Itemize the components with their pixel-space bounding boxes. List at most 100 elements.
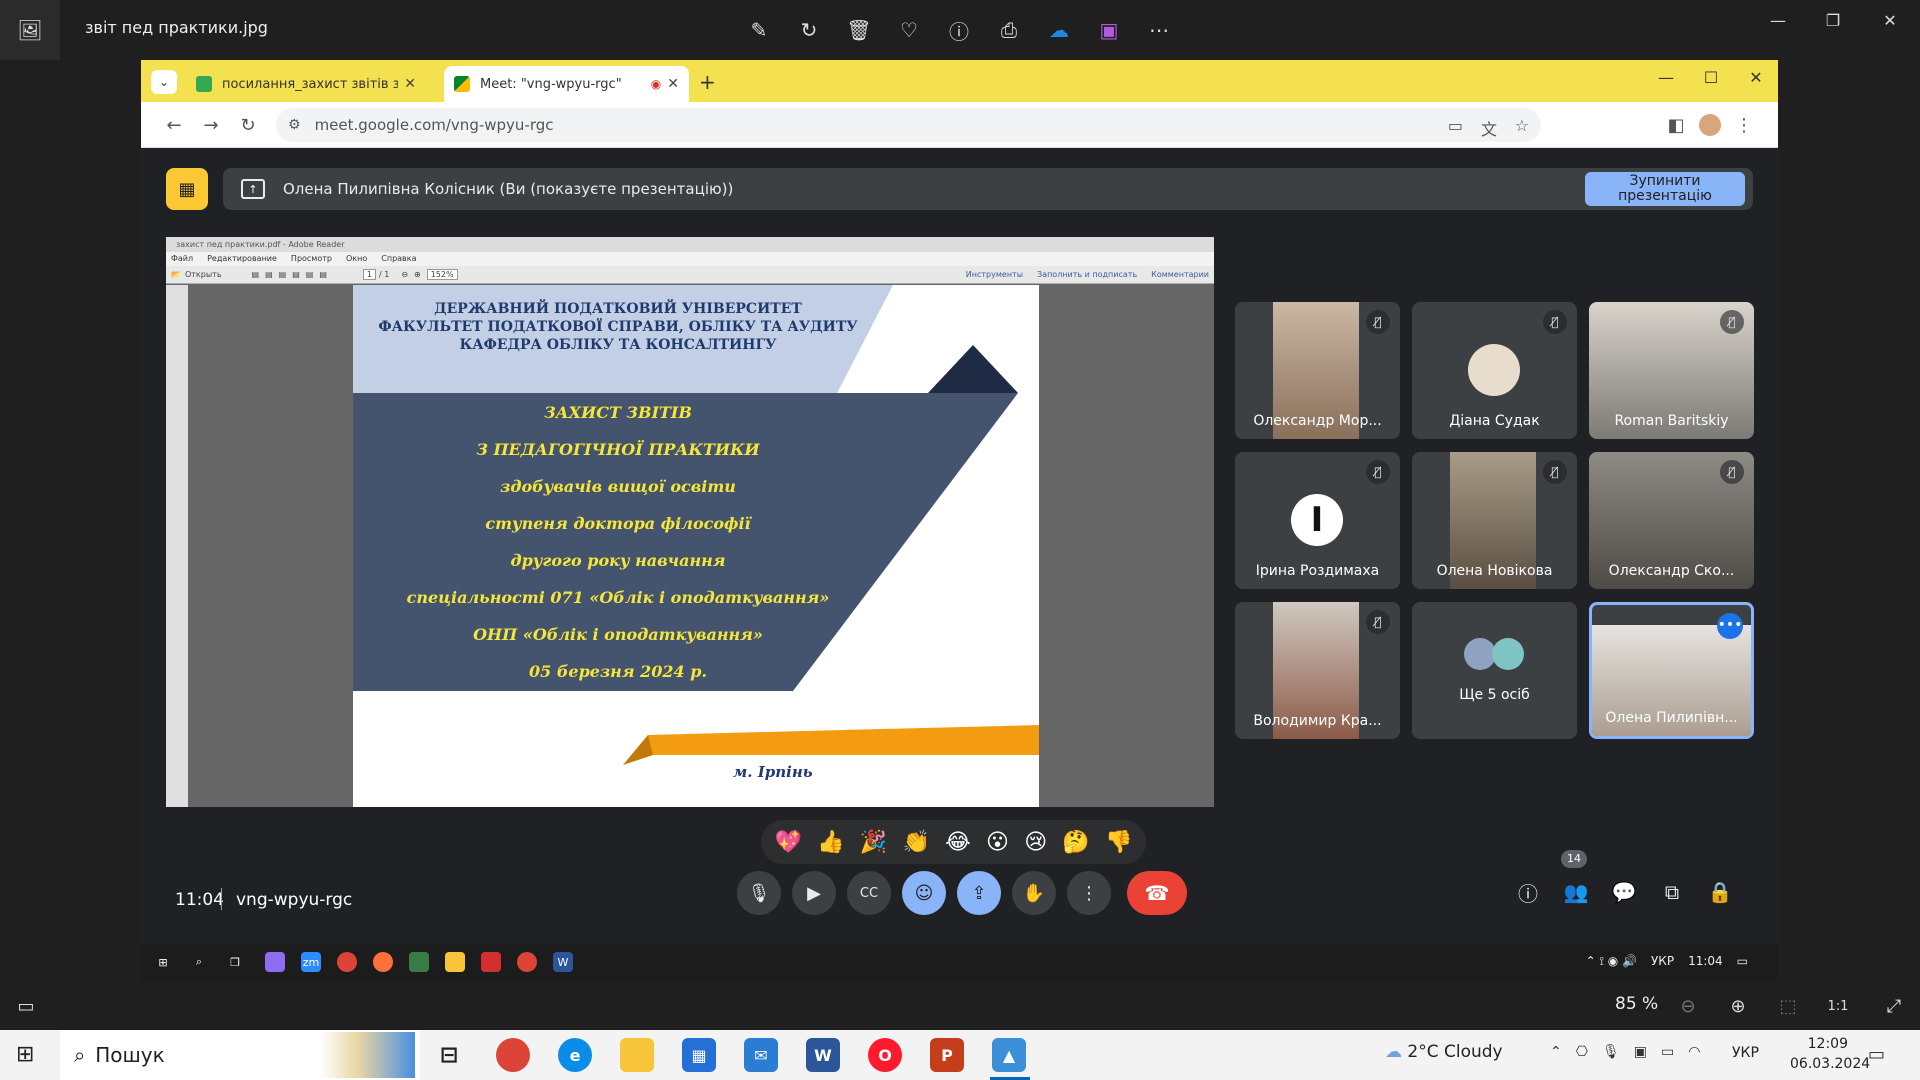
restore-icon[interactable]: ❐ [1813,8,1853,32]
participant-tile[interactable]: 🎙̸ Олена Новікова [1412,452,1577,589]
open-icon[interactable]: 📂 [171,270,181,279]
reader-menu-item[interactable]: Просмотр [291,252,332,266]
close-tab-icon[interactable]: ✕ [404,76,416,92]
display-icon[interactable]: ▣ [1634,1044,1647,1060]
app-icon[interactable] [265,952,285,972]
comments-link[interactable]: Комментарии [1151,270,1209,279]
chrome-close-icon[interactable]: ✕ [1741,68,1771,87]
info-icon[interactable]: ⓘ [945,16,973,44]
participant-tile[interactable]: 🎙̸ Олександр Мор... [1235,302,1400,439]
site-settings-icon[interactable]: ⚙ [288,117,301,133]
file-explorer-icon[interactable] [620,1038,654,1072]
participant-tile[interactable]: 🎙̸ Олександр Ско... [1589,452,1754,589]
fill-sign-link[interactable]: Заполнить и подписать [1037,270,1137,279]
reader-menu-item[interactable]: Редактирование [207,252,277,266]
app-icon[interactable] [409,952,429,972]
close-window-icon[interactable]: ✕ [1870,8,1910,32]
word-icon[interactable]: W [553,952,573,972]
start-icon[interactable]: ⊞ [153,952,173,972]
notification-center-icon[interactable]: ▭ [1868,1044,1885,1065]
microphone-button[interactable]: 🎙 [737,871,781,915]
page-number-field[interactable]: 1 [362,269,376,280]
task-view-icon[interactable]: ⊟ [432,1038,466,1072]
acrobat-icon[interactable] [481,952,501,972]
chrome-taskbar-icon[interactable] [496,1038,530,1072]
onedrive-icon[interactable]: ☁ [1045,16,1073,44]
firefox-icon[interactable] [373,952,393,972]
participant-tile[interactable]: 🎙̸ Roman Baritskiy [1589,302,1754,439]
omnibox[interactable]: ⚙ meet.google.com/vng-wpyu-rgc ▭ 文 ☆ [276,108,1541,142]
present-button[interactable]: ⇪ [957,871,1001,915]
profile-avatar[interactable] [1699,114,1721,136]
tab-search-icon[interactable]: ⌄ [151,70,177,94]
zoom-out-icon[interactable]: ⊖ [1674,992,1702,1020]
powerpoint-icon[interactable]: P [930,1038,964,1072]
zoom-field[interactable]: 152% [426,269,458,280]
reaction-sad[interactable]: 😢 [1024,830,1047,855]
store-icon[interactable]: ▦ [682,1038,716,1072]
self-tile[interactable]: ••• Олена Пилипівн... [1589,602,1754,739]
stop-presenting-button[interactable]: Зупинити презентацію [1585,172,1745,206]
close-tab-icon[interactable]: ✕ [667,76,679,92]
actual-size-icon[interactable]: 1:1 [1824,992,1852,1020]
bookmark-star-icon[interactable]: ☆ [1515,116,1529,135]
captions-button[interactable]: CC [847,871,891,915]
minimize-icon[interactable]: — [1758,8,1798,32]
weather-widget[interactable]: ☁ 2°C Cloudy [1385,1042,1503,1062]
reader-menu-item[interactable]: Окно [346,252,367,266]
fullscreen-icon[interactable]: ⤢ [1880,992,1908,1020]
tools-link[interactable]: Инструменты [966,270,1023,279]
fit-window-icon[interactable]: ⬚ [1774,992,1802,1020]
more-options-button[interactable]: ⋮ [1067,871,1111,915]
reaction-thumbs-up[interactable]: 👍 [817,830,844,855]
camera-button[interactable]: ▶ [792,871,836,915]
raise-hand-button[interactable]: ✋ [1012,871,1056,915]
meeting-details-icon[interactable]: ⓘ [1512,876,1544,908]
tray-app-icon[interactable]: ⎔ [1576,1044,1588,1060]
presentation-indicator-icon[interactable]: ▦ [166,168,208,210]
participant-tile[interactable]: 🎙̸ Володимир Кра... [1235,602,1400,739]
clipchamp-icon[interactable]: ▣ [1095,16,1123,44]
reload-icon[interactable]: ↻ [235,112,261,138]
show-hidden-icon[interactable]: ⌃ [1550,1044,1562,1060]
zoom-in-icon[interactable]: ⊕ [414,270,421,279]
delete-icon[interactable]: 🗑 [845,16,873,44]
new-tab-icon[interactable]: + [699,70,716,94]
camera-icon[interactable]: ▭ [1448,116,1463,135]
more-options-icon[interactable]: ⋯ [1145,16,1173,44]
taskbar-clock[interactable]: 12:09 06.03.2024 [1790,1034,1870,1074]
zoom-out-icon[interactable]: ⊖ [401,270,408,279]
reaction-party[interactable]: 🎉 [860,830,887,855]
participant-tile[interactable]: 🎙̸ Діана Судак [1412,302,1577,439]
toolbar-icons[interactable]: ▤▤▤▤▤▤ [252,270,333,279]
search-icon[interactable]: ⌕ [189,952,209,972]
chrome-minimize-icon[interactable]: — [1651,68,1681,87]
reaction-heart[interactable]: 💖 [775,830,802,855]
chrome-icon[interactable] [337,952,357,972]
photos-taskbar-icon[interactable]: ▲ [992,1038,1026,1072]
filmstrip-icon[interactable]: ▭ [12,992,40,1020]
reader-menu-item[interactable]: Справка [381,252,416,266]
zoom-icon[interactable]: zm [301,952,321,972]
notification-icon[interactable]: ▭ [1737,954,1748,969]
windows-start-icon[interactable]: ⊞ [16,1042,34,1067]
task-view-icon[interactable]: ❐ [225,952,245,972]
system-tray[interactable]: ⌃ ⎔ 🎙 ▣ ▭ ◠ [1550,1044,1700,1060]
reactions-button[interactable]: ☺ [902,871,946,915]
side-panel-icon[interactable]: ◧ [1663,112,1689,138]
tile-options-icon[interactable]: ••• [1717,613,1743,639]
reader-menu-item[interactable]: Файл [171,252,193,266]
inner-clock[interactable]: 11:04 [1688,954,1723,969]
open-button[interactable]: Открыть [185,270,222,279]
tab-sheet[interactable]: посилання_захист звітів з пра ✕ [186,66,426,102]
chat-icon[interactable]: 💬 [1608,876,1640,908]
edit-image-icon[interactable]: ✎ [745,16,773,44]
tray-icons[interactable]: ⌃ ⟟ ◉ 🔊 [1586,954,1637,969]
forward-icon[interactable]: → [198,112,224,138]
inner-lang[interactable]: УКР [1651,954,1674,969]
battery-icon[interactable]: ▭ [1661,1044,1674,1060]
host-controls-icon[interactable]: 🔒 [1704,876,1736,908]
reaction-surprised[interactable]: 😮 [986,830,1009,855]
favorite-icon[interactable]: ♡ [895,16,923,44]
tab-meet[interactable]: Meet: "vng-wpyu-rgc" ◉ ✕ [444,66,689,102]
